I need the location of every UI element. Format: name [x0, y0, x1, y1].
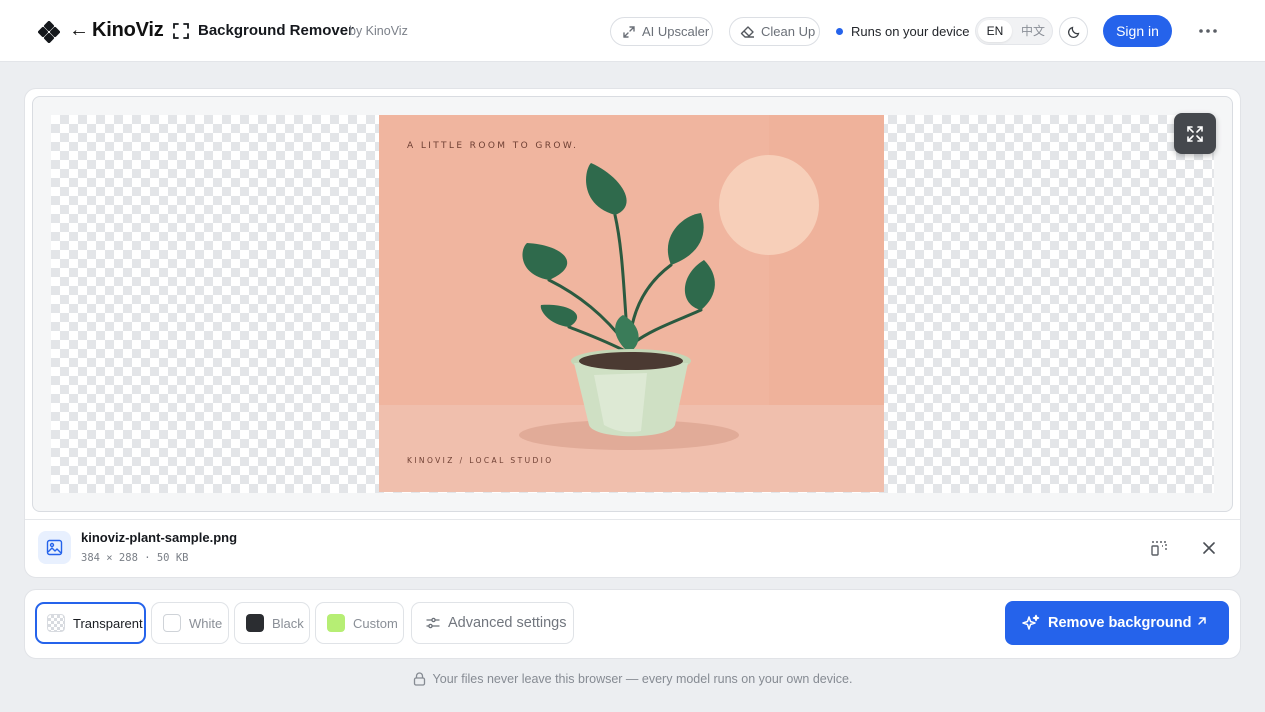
sliders-icon [426, 617, 440, 629]
by-line: by KinoViz [349, 24, 408, 38]
artwork-footer: KINOVIZ / LOCAL STUDIO [407, 456, 554, 465]
lock-icon [413, 672, 425, 686]
bg-option-label: Custom [353, 615, 398, 631]
language-switcher: EN 中文 [975, 17, 1053, 45]
artwork-tagline: A LITTLE ROOM TO GROW. [407, 141, 579, 151]
status-dot [836, 28, 843, 35]
more-menu-button[interactable] [1196, 20, 1220, 42]
advanced-settings-label: Advanced settings [448, 615, 567, 631]
expand-arrows-icon [623, 25, 635, 38]
moon-icon [1067, 26, 1079, 38]
divider [25, 519, 1240, 520]
page-title: Background Remover [198, 22, 354, 39]
compare-view-button[interactable] [1149, 538, 1169, 558]
arrow-up-right-icon [1198, 617, 1206, 625]
white-swatch-icon [163, 614, 181, 632]
remove-file-button[interactable] [1199, 538, 1219, 558]
clean-up-label: Clean Up [761, 24, 816, 39]
kinoviz-logo-icon[interactable] [37, 20, 61, 44]
custom-swatch-icon [327, 614, 345, 632]
bg-option-label: White [189, 615, 223, 631]
sign-in-button[interactable]: Sign in [1103, 15, 1172, 47]
bg-option-black[interactable]: Black [234, 602, 310, 644]
privacy-text: Your files never leave this browser — ev… [432, 672, 853, 686]
bg-option-transparent[interactable]: Transparent [35, 602, 146, 644]
bg-option-label: Black [272, 615, 304, 631]
compare-icon [1151, 541, 1167, 556]
checker-swatch-icon [47, 614, 65, 632]
remove-background-button[interactable]: Remove background [1005, 601, 1229, 645]
lang-zh-button[interactable]: 中文 [1016, 20, 1050, 42]
plant-artwork [379, 115, 884, 492]
bg-option-custom[interactable]: Custom [315, 602, 404, 644]
image-file-icon [38, 531, 71, 564]
device-status: Runs on your device [851, 24, 970, 39]
close-icon [1203, 542, 1215, 554]
fullscreen-icon [1187, 125, 1203, 142]
more-dots-icon [1199, 29, 1217, 33]
sparkles-icon [1022, 614, 1040, 630]
back-arrow-icon[interactable]: ← [69, 16, 89, 44]
image-preview[interactable]: A LITTLE ROOM TO GROW. KINOVIZ / LOCAL S… [379, 115, 884, 492]
eraser-icon [740, 25, 754, 38]
ai-upscaler-link[interactable]: AI Upscaler [610, 17, 713, 46]
bg-option-white[interactable]: White [151, 602, 229, 644]
file-meta: 384 × 288 · 50 KB [81, 552, 189, 564]
black-swatch-icon [246, 614, 264, 632]
fullscreen-button[interactable] [1174, 113, 1216, 154]
advanced-settings-button[interactable]: Advanced settings [411, 602, 574, 644]
remove-background-label: Remove background [1048, 615, 1192, 631]
crop-frame-icon [172, 22, 190, 40]
clean-up-link[interactable]: Clean Up [729, 17, 820, 46]
bg-option-label: Transparent [73, 615, 143, 631]
file-name: kinoviz-plant-sample.png [81, 530, 238, 545]
theme-toggle-button[interactable] [1059, 17, 1088, 46]
brand-name[interactable]: KinoViz [92, 16, 164, 44]
ai-upscaler-label: AI Upscaler [642, 24, 710, 39]
lang-en-button[interactable]: EN [978, 20, 1012, 42]
privacy-note: Your files never leave this browser — ev… [0, 670, 1265, 688]
